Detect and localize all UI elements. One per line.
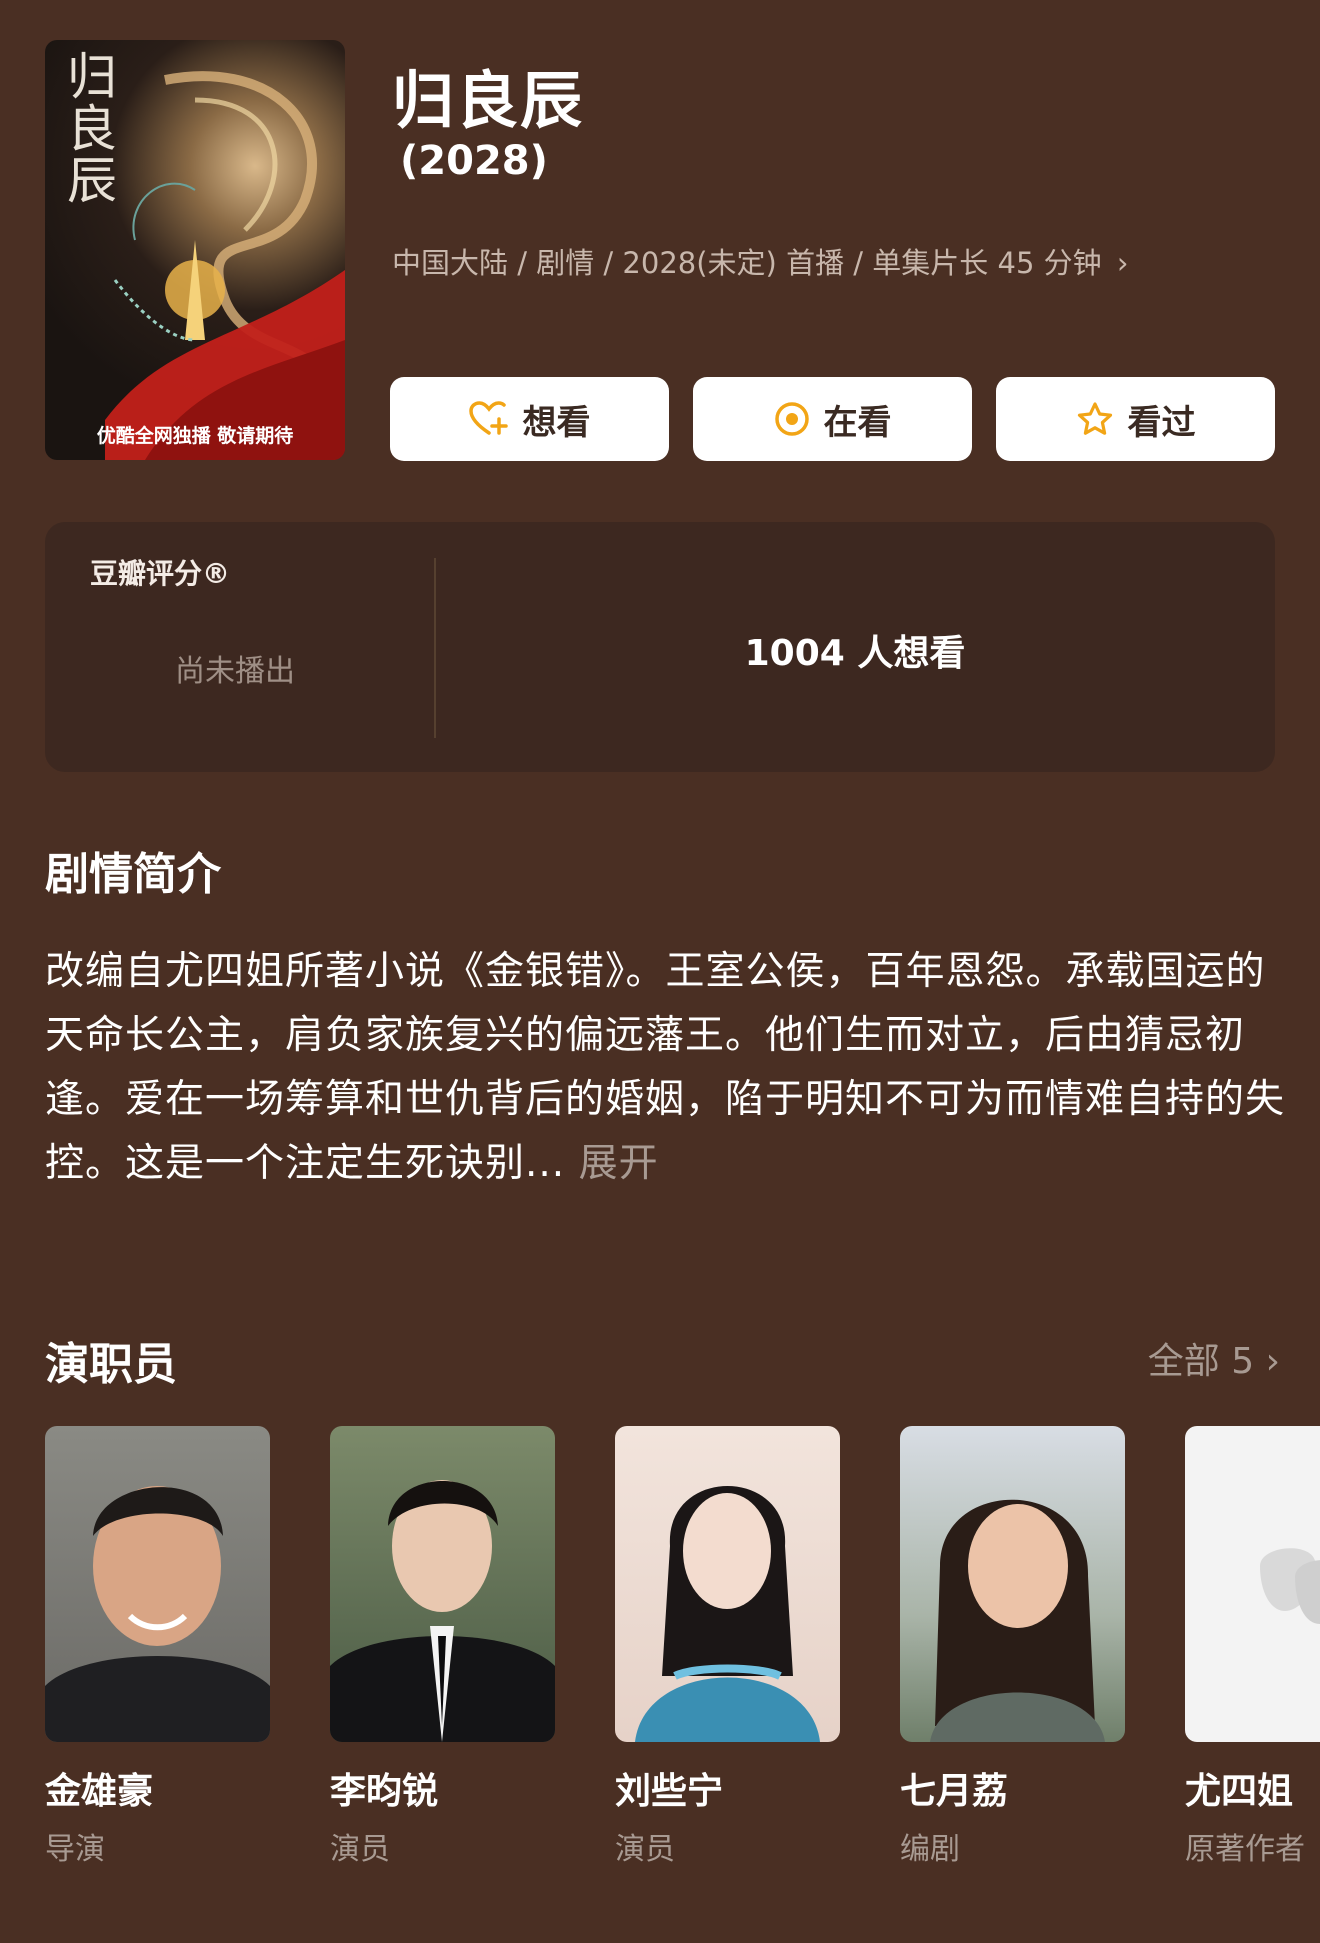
- cast-photo: [330, 1426, 555, 1742]
- poster-title: 归良辰: [59, 50, 117, 206]
- cast-role: 演员: [615, 1832, 675, 1867]
- chevron-right-icon: ›: [1265, 1341, 1280, 1382]
- target-icon: [774, 402, 809, 436]
- want-to-watch-label: 想看: [522, 402, 591, 443]
- rating-card[interactable]: 豆瓣评分® 尚未播出 1004 人想看: [45, 522, 1275, 772]
- portrait-image: [635, 1486, 820, 1742]
- cast-all-label: 全部 5: [1147, 1341, 1255, 1382]
- chevron-right-icon: ›: [1116, 246, 1129, 280]
- subject-page: 归良辰 优酷全网独播 敬请期待 归良辰 (2028) 中国大陆 / 剧情 / 2…: [0, 0, 1320, 1943]
- synopsis-body: 改编自尤四姐所著小说《金银错》。王室公侯，百年恩怨。承载国运的天命长公主，肩负家…: [45, 949, 1286, 1186]
- poster-image[interactable]: 归良辰 优酷全网独播 敬请期待: [45, 40, 345, 460]
- want-to-watch-button[interactable]: 想看: [390, 377, 669, 461]
- watching-button[interactable]: 在看: [693, 377, 972, 461]
- cast-photo: [45, 1426, 270, 1742]
- watched-label: 看过: [1127, 402, 1196, 443]
- star-icon: [1077, 402, 1112, 435]
- cast-role: 导演: [45, 1832, 105, 1867]
- cast-name: 李昀锐: [330, 1771, 439, 1812]
- cast-card[interactable]: 尤四姐 原著作者: [1185, 1426, 1320, 1868]
- cast-role: 编剧: [900, 1832, 960, 1867]
- cast-all-link[interactable]: 全部 5 ›: [1148, 1332, 1280, 1384]
- cast-photo: [615, 1426, 840, 1742]
- synopsis-text: 改编自尤四姐所著小说《金银错》。王室公侯，百年恩怨。承载国运的天命长公主，肩负家…: [45, 940, 1285, 1196]
- theater-masks-icon: [1260, 1548, 1320, 1624]
- cast-name: 刘些宁: [615, 1771, 724, 1812]
- portrait-image: [330, 1480, 555, 1742]
- want-count: 1004 人想看: [744, 633, 966, 674]
- cast-card[interactable]: 刘些宁 演员: [615, 1426, 840, 1868]
- synopsis-heading: 剧情简介: [45, 849, 221, 900]
- poster-caption: 优酷全网独播 敬请期待: [96, 425, 294, 447]
- watching-label: 在看: [823, 402, 892, 443]
- page-title: 归良辰: [392, 64, 585, 137]
- cast-photo: [900, 1426, 1125, 1742]
- portrait-image: [45, 1486, 270, 1742]
- cast-photo: [1185, 1426, 1320, 1742]
- cast-role: 演员: [330, 1832, 390, 1867]
- cast-heading: 演职员: [45, 1339, 177, 1390]
- expand-link[interactable]: 展开: [579, 1141, 659, 1186]
- subject-meta-text: 中国大陆 / 剧情 / 2028(未定) 首播 / 单集片长 45 分钟: [392, 246, 1102, 280]
- heart-plus-icon: [468, 401, 508, 435]
- cast-card[interactable]: 李昀锐 演员: [330, 1426, 555, 1868]
- rating-label: 豆瓣评分®: [90, 557, 231, 590]
- action-bar: 想看 在看 看过: [390, 377, 1275, 461]
- subject-meta-link[interactable]: 中国大陆 / 剧情 / 2028(未定) 首播 / 单集片长 45 分钟 ›: [392, 240, 1212, 282]
- cast-role: 原著作者: [1185, 1832, 1305, 1867]
- cast-list: 金雄豪 导演 李昀锐 演员 刘些宁 演员 七月荔 编剧 尤四姐 原著作者: [45, 1426, 1320, 1876]
- cast-name: 尤四姐: [1185, 1771, 1294, 1812]
- rating-status: 尚未播出: [175, 654, 295, 689]
- portrait-image: [930, 1499, 1105, 1742]
- cast-name: 七月荔: [900, 1771, 1009, 1812]
- cast-card[interactable]: 七月荔 编剧: [900, 1426, 1125, 1868]
- cast-name: 金雄豪: [45, 1771, 154, 1812]
- release-year: (2028): [400, 138, 548, 184]
- cast-card[interactable]: 金雄豪 导演: [45, 1426, 270, 1868]
- watched-button[interactable]: 看过: [996, 377, 1275, 461]
